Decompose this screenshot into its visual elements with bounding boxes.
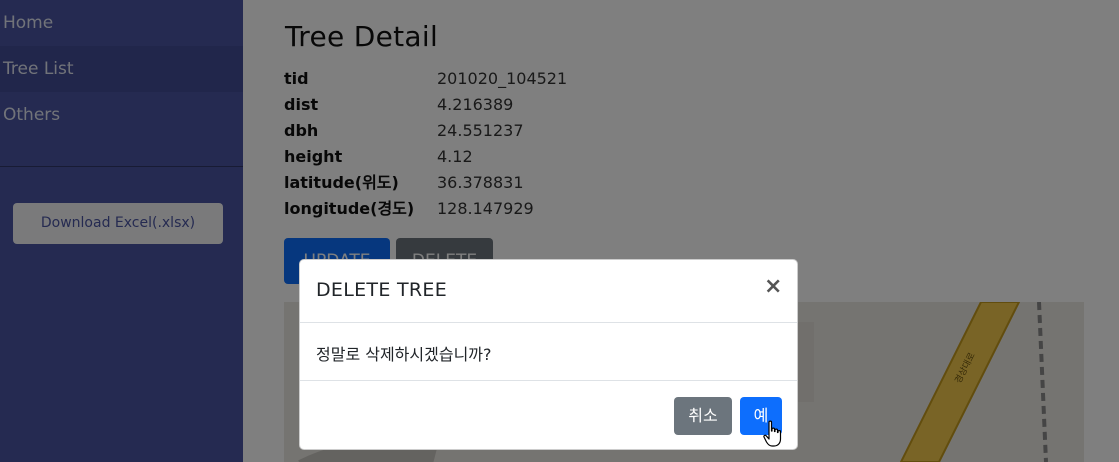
close-icon[interactable]: ×: [764, 276, 782, 298]
modal-message: 정말로 삭제하시겠습니까?: [316, 345, 492, 364]
modal-body: 정말로 삭제하시겠습니까?: [300, 323, 797, 381]
modal-header: DELETE TREE ×: [300, 260, 797, 323]
modal-footer: 취소 예: [300, 381, 797, 451]
delete-tree-modal: DELETE TREE × 정말로 삭제하시겠습니까? 취소 예: [299, 259, 798, 450]
modal-title: DELETE TREE: [316, 279, 447, 301]
cancel-button[interactable]: 취소: [674, 397, 732, 435]
hand-cursor-icon: [763, 420, 782, 447]
